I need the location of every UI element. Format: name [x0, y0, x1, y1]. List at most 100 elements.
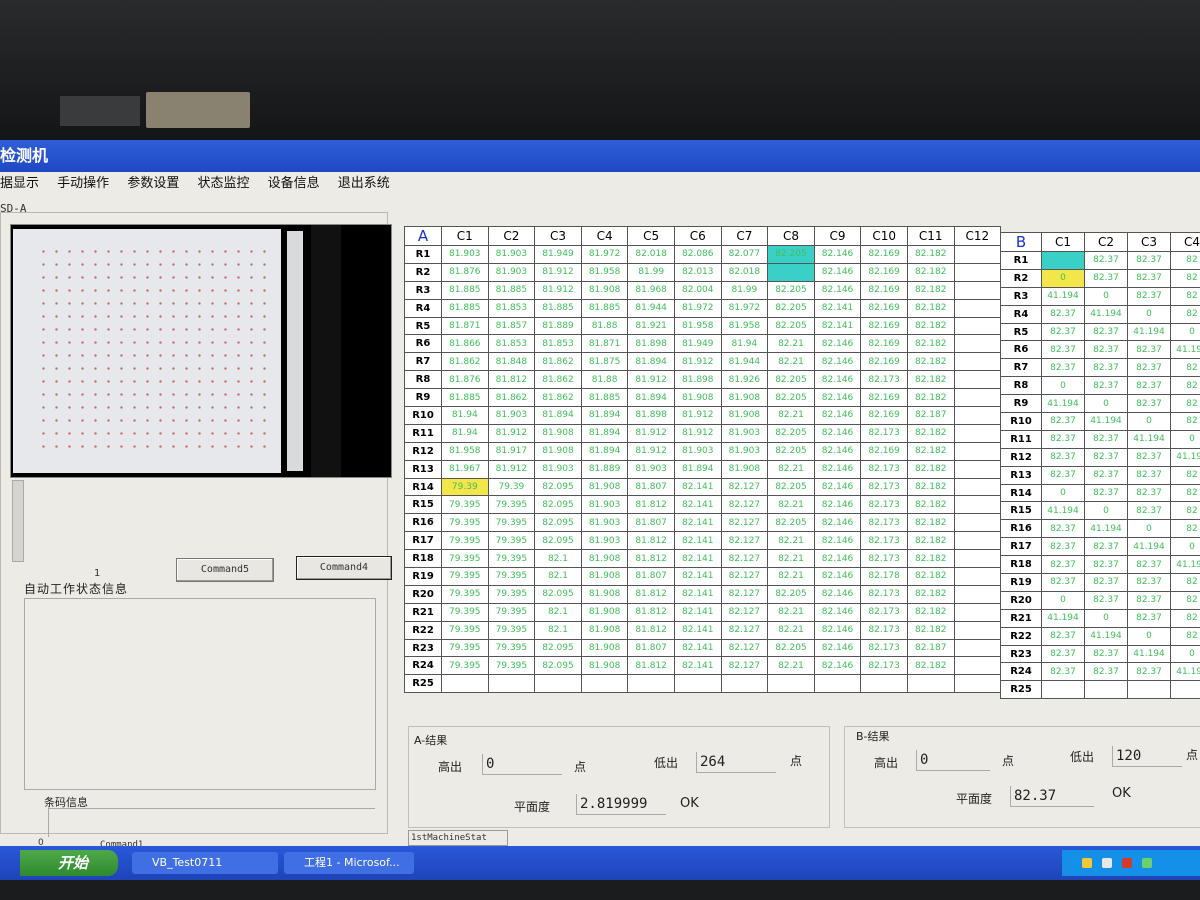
table-cell[interactable]: 82.182: [906, 352, 955, 372]
table-cell[interactable]: 81.898: [673, 370, 722, 390]
table-cell[interactable]: 82.146: [813, 513, 862, 533]
table-cell[interactable]: 81.903: [487, 245, 536, 264]
table-cell[interactable]: 82.21: [767, 495, 815, 515]
table-cell[interactable]: 82.146: [813, 638, 862, 658]
table-cell[interactable]: 82.169: [860, 316, 908, 336]
table-cell[interactable]: 82.21: [767, 459, 815, 479]
table-cell[interactable]: 82.141: [673, 495, 722, 515]
table-cell[interactable]: 82.187: [906, 638, 955, 658]
table-cell[interactable]: 82.37: [1041, 519, 1085, 539]
table-cell[interactable]: 81.912: [673, 352, 722, 372]
table-cell[interactable]: 82.146: [813, 352, 862, 372]
result-b-high-field[interactable]: 0: [916, 750, 990, 771]
table-cell[interactable]: 82.146: [813, 459, 862, 479]
table-cell[interactable]: 0: [1084, 608, 1128, 628]
table-cell[interactable]: [953, 602, 1002, 622]
table-cell[interactable]: 82.21: [767, 531, 815, 551]
table-cell[interactable]: 81.898: [627, 334, 675, 354]
table-cell[interactable]: 81.926: [720, 370, 769, 390]
table-cell[interactable]: 82: [1170, 465, 1200, 485]
command4-button[interactable]: Command4: [296, 556, 392, 580]
table-cell[interactable]: 82.077: [720, 245, 769, 264]
table-cell[interactable]: 81.921: [627, 316, 675, 336]
table-cell[interactable]: 79.395: [441, 549, 489, 569]
table-cell[interactable]: 82.146: [813, 245, 862, 264]
table-cell[interactable]: 81.885: [441, 280, 489, 300]
table-cell[interactable]: 82.146: [813, 549, 862, 569]
table-cell[interactable]: 82.173: [860, 477, 908, 497]
table-cell[interactable]: [441, 674, 489, 694]
table-cell[interactable]: 81.807: [627, 477, 675, 497]
table-cell[interactable]: 82.146: [813, 370, 862, 390]
table-cell[interactable]: 81.912: [673, 423, 722, 443]
table-cell[interactable]: 82.37: [1127, 268, 1171, 288]
table-cell[interactable]: 82.205: [767, 298, 815, 318]
table-cell[interactable]: 0: [1127, 304, 1171, 324]
table-cell[interactable]: 82.37: [1127, 394, 1171, 414]
result-b-flatness-field[interactable]: 82.37: [1010, 786, 1094, 807]
table-cell[interactable]: 82.21: [767, 406, 815, 425]
table-cell[interactable]: [1041, 680, 1085, 700]
table-cell[interactable]: 81.807: [627, 638, 675, 658]
table-cell[interactable]: 82.37: [1041, 573, 1085, 592]
table-cell[interactable]: 81.903: [720, 423, 769, 443]
table-cell[interactable]: 81.889: [580, 459, 629, 479]
table-cell[interactable]: 81.807: [627, 567, 675, 586]
table-cell[interactable]: 81.912: [487, 459, 536, 479]
table-cell[interactable]: 82.095: [534, 513, 582, 533]
table-cell[interactable]: 82.37: [1084, 429, 1128, 449]
table-cell[interactable]: 79.395: [441, 620, 489, 640]
table-cell[interactable]: 82.173: [860, 584, 908, 604]
table-cell[interactable]: 81.875: [580, 352, 629, 372]
table-cell[interactable]: 82.146: [813, 406, 862, 425]
table-cell[interactable]: 82.146: [813, 531, 862, 551]
table-cell[interactable]: 81.972: [580, 245, 629, 264]
table-cell[interactable]: 82.146: [813, 262, 862, 282]
table-cell[interactable]: 81.876: [441, 370, 489, 390]
table-cell[interactable]: 81.94: [441, 406, 489, 425]
table-cell[interactable]: 41.194: [1170, 662, 1200, 682]
table-cell[interactable]: 82.127: [720, 620, 769, 640]
table-cell[interactable]: 82.146: [813, 388, 862, 408]
table-cell[interactable]: 82.146: [813, 567, 862, 586]
table-cell[interactable]: 41.194: [1041, 286, 1085, 306]
table-cell[interactable]: 81.812: [487, 370, 536, 390]
table-cell[interactable]: 41.194: [1170, 447, 1200, 467]
table-cell[interactable]: 82.018: [720, 262, 769, 282]
table-cell[interactable]: 82.127: [720, 584, 769, 604]
table-cell[interactable]: 82: [1170, 286, 1200, 306]
table-cell[interactable]: 79.395: [487, 638, 536, 658]
table-cell[interactable]: 82.173: [860, 602, 908, 622]
table-cell[interactable]: 81.908: [580, 620, 629, 640]
table-cell[interactable]: [953, 620, 1002, 640]
table-cell[interactable]: 81.944: [720, 352, 769, 372]
table-cell[interactable]: 81.848: [487, 352, 536, 372]
table-cell[interactable]: 81.908: [720, 388, 769, 408]
table-cell[interactable]: 82.141: [673, 567, 722, 586]
table-cell[interactable]: 81.885: [441, 298, 489, 318]
table-cell[interactable]: 82.127: [720, 477, 769, 497]
table-cell[interactable]: 82.182: [906, 280, 955, 300]
table-cell[interactable]: 82: [1170, 358, 1200, 378]
table-cell[interactable]: 82: [1170, 394, 1200, 414]
table-cell[interactable]: [953, 531, 1002, 551]
table-cell[interactable]: 81.99: [627, 262, 675, 282]
table-cell[interactable]: [953, 567, 1002, 586]
table-cell[interactable]: 82: [1170, 412, 1200, 431]
menu-item-params[interactable]: 参数设置: [127, 172, 179, 196]
table-cell[interactable]: 82.182: [906, 567, 955, 586]
table-cell[interactable]: 82.205: [767, 513, 815, 533]
table-cell[interactable]: 0: [1127, 519, 1171, 539]
table-cell[interactable]: 82.37: [1127, 358, 1171, 378]
table-cell[interactable]: 82.37: [1127, 662, 1171, 682]
table-cell[interactable]: 82.004: [673, 280, 722, 300]
table-cell[interactable]: 82.182: [906, 441, 955, 461]
table-cell[interactable]: 82.205: [767, 370, 815, 390]
table-cell[interactable]: 82.21: [767, 549, 815, 569]
table-cell[interactable]: 81.908: [580, 584, 629, 604]
table-cell[interactable]: 82.169: [860, 245, 908, 264]
menu-item-device[interactable]: 设备信息: [268, 172, 320, 196]
table-cell[interactable]: [953, 638, 1002, 658]
table-cell[interactable]: 81.812: [627, 656, 675, 676]
table-cell[interactable]: 82.095: [534, 638, 582, 658]
